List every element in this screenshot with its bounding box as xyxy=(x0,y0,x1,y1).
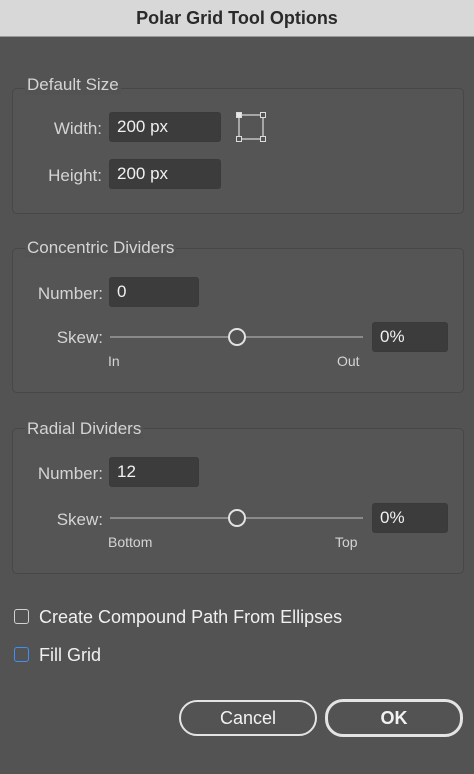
radial-number-field[interactable]: 12 xyxy=(109,457,199,487)
concentric-dividers-group xyxy=(12,248,464,393)
default-size-title: Default Size xyxy=(25,75,121,95)
fill-grid-label[interactable]: Fill Grid xyxy=(39,645,101,666)
compound-path-checkbox[interactable] xyxy=(14,609,29,624)
radial-skew-field[interactable]: 0% xyxy=(372,503,448,533)
concentric-skew-field[interactable]: 0% xyxy=(372,322,448,352)
fill-grid-checkbox[interactable] xyxy=(14,647,29,662)
width-label: Width: xyxy=(53,119,102,138)
radial-skew-label: Skew: xyxy=(56,510,103,529)
constrain-proportions-icon[interactable] xyxy=(236,112,266,142)
radial-skew-max-label: Top xyxy=(335,534,358,550)
compound-path-label[interactable]: Create Compound Path From Ellipses xyxy=(39,607,342,628)
height-field[interactable]: 200 px xyxy=(109,159,221,189)
concentric-skew-slider-thumb[interactable] xyxy=(227,328,246,346)
cancel-button[interactable]: Cancel xyxy=(179,700,317,736)
concentric-dividers-title: Concentric Dividers xyxy=(25,238,177,258)
dialog-title: Polar Grid Tool Options xyxy=(136,7,338,28)
concentric-skew-label: Skew: xyxy=(56,328,103,347)
concentric-number-field[interactable]: 0 xyxy=(109,277,199,307)
ok-button[interactable]: OK xyxy=(325,699,463,737)
height-label: Height: xyxy=(48,166,102,185)
radial-skew-min-label: Bottom xyxy=(108,534,153,550)
radial-skew-slider-thumb[interactable] xyxy=(227,509,246,527)
radial-number-label: Number: xyxy=(37,464,103,483)
dialog-title-bar: Polar Grid Tool Options xyxy=(0,0,474,37)
width-field[interactable]: 200 px xyxy=(109,112,221,142)
concentric-skew-max-label: Out xyxy=(337,353,360,369)
concentric-skew-min-label: In xyxy=(108,353,120,369)
default-size-group xyxy=(12,88,464,214)
concentric-number-label: Number: xyxy=(37,284,103,303)
radial-dividers-title: Radial Dividers xyxy=(25,419,144,439)
radial-dividers-group xyxy=(12,428,464,574)
